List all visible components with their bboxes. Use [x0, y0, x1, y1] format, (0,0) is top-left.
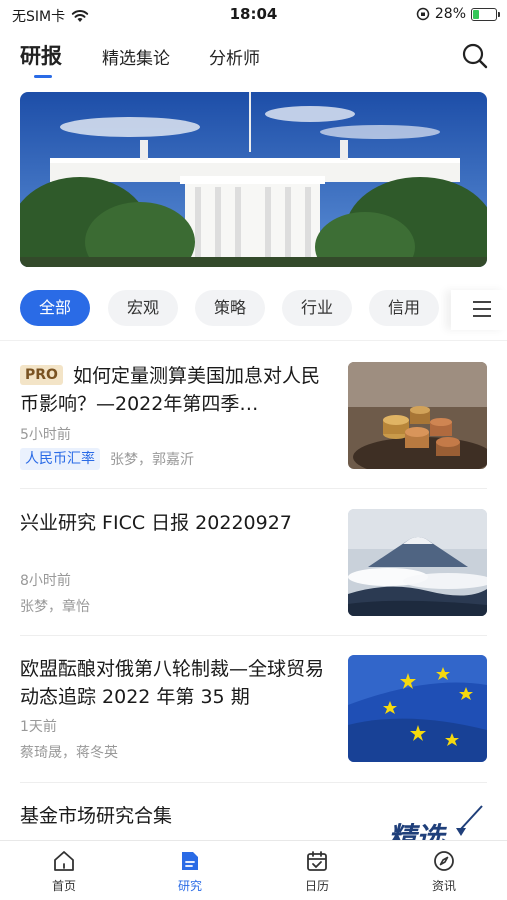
coins-icon — [348, 362, 487, 469]
chip-strategy[interactable]: 策略 — [195, 290, 265, 326]
article-authors: 张梦，章怡 — [20, 599, 90, 615]
nav-research-label: 研究 — [177, 879, 202, 893]
tab-selected-collections[interactable]: 精选集论 — [102, 44, 170, 69]
list-item[interactable]: 欧盟酝酿对俄第八轮制裁—全球贸易动态追踪 2022 年第 35 期 1天前 蔡琦… — [20, 655, 487, 765]
status-right: 28% — [416, 6, 500, 22]
battery-level — [473, 9, 479, 19]
tab-analysts[interactable]: 分析师 — [209, 44, 260, 69]
search-icon[interactable] — [461, 42, 489, 70]
divider — [20, 782, 487, 783]
category-menu-button[interactable] — [451, 290, 507, 330]
list-item[interactable]: 兴业研究 FICC 日报 20220927 8小时前 张梦，章怡 — [20, 509, 487, 619]
article-title: 兴业研究 FICC 日报 20220927 — [20, 512, 292, 534]
pro-badge: PRO — [20, 365, 63, 385]
divider — [20, 635, 487, 636]
white-house-banner-image — [20, 92, 487, 267]
article-thumbnail — [348, 509, 487, 616]
bottom-tab-bar: 首页 研究 日历 资讯 — [0, 840, 507, 900]
nav-research[interactable]: 研究 — [150, 849, 230, 894]
article-title-text: 如何定量测算美国加息对人民币影响？—2022年第四季… — [20, 365, 320, 415]
article-title: 基金市场研究合集 — [20, 805, 173, 827]
chip-credit[interactable]: 信用 — [369, 290, 439, 326]
eu-flag-icon — [348, 655, 487, 762]
article-authors: 蔡琦晟，蒋冬英 — [20, 745, 118, 761]
tab-research-reports[interactable]: 研报 — [20, 40, 62, 70]
article-time: 8小时前 — [20, 573, 71, 589]
nav-calendar-label: 日历 — [304, 879, 329, 893]
battery-percent: 28% — [434, 6, 466, 22]
calendar-icon — [307, 851, 327, 871]
document-icon — [182, 852, 198, 870]
chip-industry[interactable]: 行业 — [282, 290, 352, 326]
chip-macro[interactable]: 宏观 — [108, 290, 178, 326]
home-icon — [54, 851, 74, 871]
article-thumbnail — [348, 655, 487, 762]
article-title: 欧盟酝酿对俄第八轮制裁—全球贸易动态追踪 2022 年第 35 期 — [20, 658, 325, 708]
article-thumbnail — [348, 362, 487, 469]
top-tab-bar: 研报 精选集论 分析师 — [0, 36, 507, 80]
nav-calendar[interactable]: 日历 — [277, 849, 357, 894]
arrow-icon — [456, 805, 483, 836]
article-meta: 张梦，章怡 — [20, 596, 90, 616]
nav-news[interactable]: 资讯 — [404, 849, 484, 894]
article-title: PRO 如何定量测算美国加息对人民币影响？—2022年第四季… — [20, 362, 330, 418]
nav-home[interactable]: 首页 — [24, 849, 104, 894]
article-meta: 蔡琦晟，蒋冬英 — [20, 742, 118, 762]
status-bar: 无SIM卡 18:04 28% — [0, 0, 507, 30]
mountain-icon — [348, 509, 487, 616]
list-item[interactable]: 基金市场研究合集 精选 — [20, 802, 487, 840]
battery-icon — [471, 7, 500, 21]
article-authors: 张梦，郭嘉沂 — [110, 452, 194, 468]
compass-icon — [434, 851, 454, 871]
divider — [20, 488, 487, 489]
list-item[interactable]: PRO 如何定量测算美国加息对人民币影响？—2022年第四季… 5小时前 人民币汇… — [20, 362, 487, 472]
chip-all[interactable]: 全部 — [20, 290, 90, 326]
article-meta: 人民币汇率 张梦，郭嘉沂 — [20, 448, 194, 470]
banner-carousel[interactable] — [20, 92, 487, 267]
article-time: 1天前 — [20, 719, 57, 735]
topic-tag[interactable]: 人民币汇率 — [20, 448, 100, 470]
active-tab-indicator — [34, 75, 52, 78]
divider — [0, 340, 507, 341]
nav-home-label: 首页 — [51, 879, 76, 893]
category-filter-bar: 全部 宏观 策略 行业 信用 — [0, 290, 507, 330]
nav-news-label: 资讯 — [431, 879, 456, 893]
orientation-lock-icon — [416, 7, 430, 21]
article-time: 5小时前 — [20, 427, 71, 443]
article-thumbnail: 精选 — [348, 802, 487, 840]
